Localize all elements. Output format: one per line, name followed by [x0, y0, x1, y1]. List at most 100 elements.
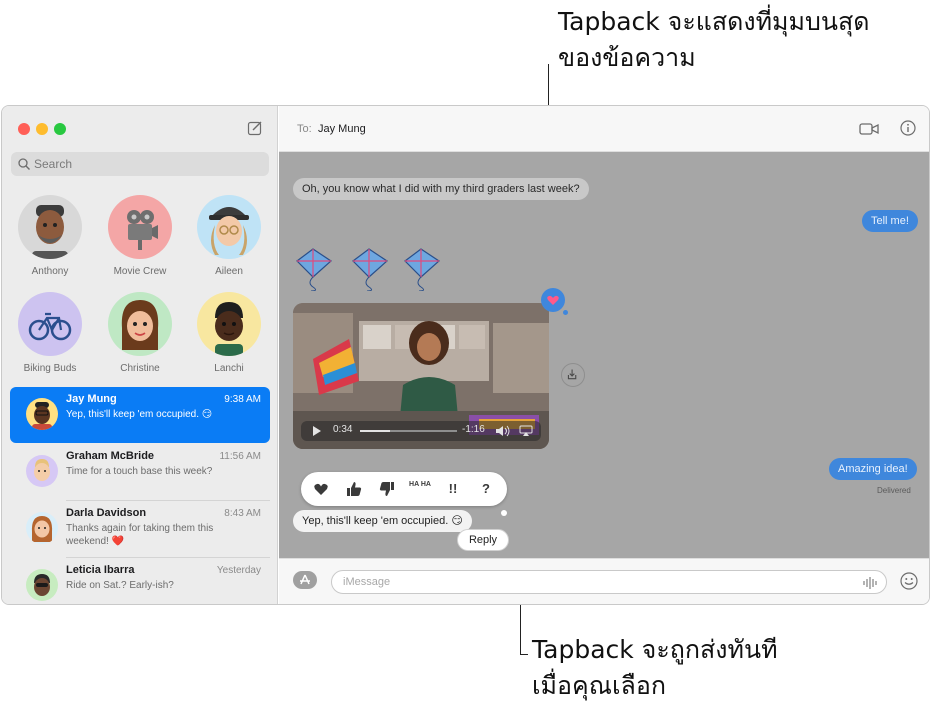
pin-label: Movie Crew	[113, 266, 167, 277]
search-input[interactable]: Search	[11, 152, 269, 176]
video-remaining-time: -1:16	[462, 424, 485, 435]
pin-label: Anthony	[31, 266, 69, 277]
pinned-movie-crew[interactable]: Movie Crew	[95, 195, 185, 277]
conversation-time: 11:56 AM	[219, 451, 261, 462]
zoom-window-button[interactable]	[54, 123, 66, 135]
message-transcript: Oh, you know what I did with my third gr…	[279, 152, 929, 558]
pin-label: Christine	[120, 363, 160, 374]
save-download-button[interactable]	[561, 363, 585, 387]
conversation-header: To: Jay Mung	[279, 106, 929, 152]
incoming-message[interactable]: Oh, you know what I did with my third gr…	[293, 178, 589, 200]
callout-bottom-line2: เมื่อคุณเลือก	[532, 671, 666, 700]
movie-camera-icon	[127, 210, 158, 250]
avatar	[197, 195, 261, 259]
app-store-button[interactable]	[293, 571, 317, 589]
search-placeholder: Search	[34, 157, 73, 171]
avatar	[26, 569, 58, 601]
conversation-name: Leticia Ibarra	[66, 564, 135, 576]
conversation-name: Jay Mung	[66, 393, 117, 405]
callout-bottom-leader-h2	[520, 654, 528, 655]
pinned-lanchi[interactable]: Lanchi	[184, 292, 274, 374]
video-scrubber[interactable]	[360, 430, 457, 432]
tapback-thumbs-down-button[interactable]	[378, 480, 396, 498]
tapback-emphasize-button[interactable]: !!	[444, 480, 462, 498]
tapback-thumbs-up-button[interactable]	[345, 480, 363, 498]
kite-sticker-icon[interactable]	[291, 247, 335, 291]
callout-top-line2: ของข้อความ	[558, 43, 696, 72]
pin-label: Biking Buds	[23, 363, 77, 374]
message-input[interactable]: iMessage	[331, 570, 887, 594]
close-window-button[interactable]	[18, 123, 30, 135]
avatar	[26, 512, 58, 544]
tapback-question-button[interactable]: ?	[477, 480, 495, 498]
video-elapsed-time: 0:34	[333, 424, 353, 435]
heart-icon	[547, 295, 559, 305]
avatar	[197, 292, 261, 356]
avatar	[108, 292, 172, 356]
outgoing-message[interactable]: Amazing idea!	[829, 458, 917, 480]
message-placeholder: iMessage	[343, 576, 391, 588]
recipient-field[interactable]: Jay Mung	[318, 123, 366, 135]
volume-icon[interactable]	[495, 425, 511, 437]
conversation-name: Graham McBride	[66, 450, 155, 462]
conversation-leticia-ibarra[interactable]: Leticia Ibarra Yesterday Ride on Sat.? E…	[10, 558, 270, 604]
to-label: To:	[297, 123, 312, 135]
avatar	[18, 195, 82, 259]
composer-bar: iMessage	[279, 558, 929, 604]
search-icon	[18, 158, 30, 170]
tapback-menu-tail	[501, 510, 507, 516]
conversation-jay-mung[interactable]: Jay Mung 9:38 AM Yep, this'll keep 'em o…	[10, 387, 270, 443]
pin-label: Aileen	[215, 266, 243, 277]
pinned-biking-buds[interactable]: Biking Buds	[5, 292, 95, 374]
memoji-lanchi-icon	[215, 302, 243, 356]
compose-icon[interactable]	[247, 120, 263, 136]
airplay-icon[interactable]	[519, 425, 533, 437]
video-message[interactable]: 0:34 -1:16	[293, 303, 549, 449]
selected-incoming-message[interactable]: Yep, this'll keep 'em occupied. 😏	[293, 510, 472, 532]
callout-top-line1: Tapback จะแสดงที่มุมบนสุด	[558, 7, 870, 36]
reply-button[interactable]: Reply	[457, 529, 509, 551]
memoji-aileen-icon	[209, 207, 249, 255]
audio-message-icon[interactable]	[862, 576, 878, 590]
conversation-pane: To: Jay Mung Oh, you know what I did wit…	[279, 106, 929, 604]
conversation-time: Yesterday	[216, 565, 261, 576]
kite-sticker-icon[interactable]	[399, 247, 443, 291]
thumbs-up-icon	[347, 482, 362, 496]
emoji-picker-icon[interactable]	[900, 572, 918, 590]
tapback-haha-button[interactable]: HA HA	[409, 481, 431, 499]
avatar	[26, 398, 58, 430]
video-scrubber-fill	[360, 430, 391, 432]
avatar	[108, 195, 172, 259]
conversation-graham-mcbride[interactable]: Graham McBride 11:56 AM Time for a touch…	[10, 444, 270, 500]
pinned-aileen[interactable]: Aileen	[184, 195, 274, 277]
conversation-preview: Time for a touch base this week?	[66, 466, 213, 477]
memoji-jay-icon	[32, 402, 52, 430]
download-icon	[567, 369, 577, 380]
play-icon[interactable]	[312, 426, 322, 436]
thumbs-down-icon	[379, 482, 394, 496]
pinned-christine[interactable]: Christine	[95, 292, 185, 374]
pinned-anthony[interactable]: Anthony	[5, 195, 95, 277]
pin-label: Lanchi	[214, 363, 244, 374]
minimize-window-button[interactable]	[36, 123, 48, 135]
callout-top: Tapback จะแสดงที่มุมบนสุด ของข้อความ	[558, 4, 928, 76]
conversation-preview: Thanks again for taking them this weeken…	[66, 523, 214, 547]
delivered-status: Delivered	[877, 486, 911, 495]
callout-bottom-line1: Tapback จะถูกส่งทันที	[532, 635, 778, 664]
outgoing-message[interactable]: Tell me!	[862, 210, 918, 232]
memoji-leticia-icon	[34, 574, 50, 596]
memoji-darla-icon	[31, 516, 53, 542]
facetime-video-icon[interactable]	[859, 122, 879, 136]
conversation-darla-davidson[interactable]: Darla Davidson 8:43 AM Thanks again for …	[10, 501, 270, 557]
tapback-heart-button[interactable]	[312, 480, 330, 498]
messages-window: Search Anthony Movie Crew Aileen Biking …	[1, 105, 930, 605]
avatar	[26, 455, 58, 487]
app-store-icon	[300, 574, 310, 585]
avatar	[18, 292, 82, 356]
kite-sticker-icon[interactable]	[347, 247, 391, 291]
tapback-heart-badge[interactable]	[541, 288, 565, 312]
info-icon[interactable]	[900, 120, 916, 136]
sidebar: Search Anthony Movie Crew Aileen Biking …	[2, 106, 278, 604]
memoji-anthony-icon	[32, 205, 68, 259]
conversation-name: Darla Davidson	[66, 507, 147, 519]
